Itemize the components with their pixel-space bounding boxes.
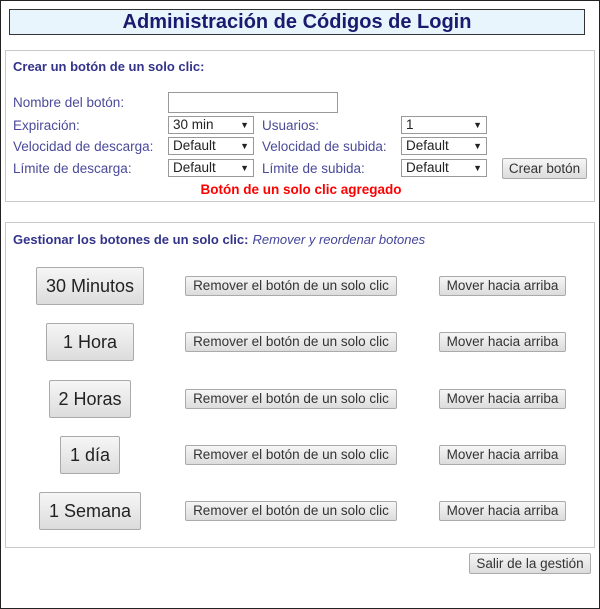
download-speed-select[interactable]: Default ▼ bbox=[168, 137, 254, 155]
one-click-button[interactable]: 2 Horas bbox=[49, 380, 131, 418]
dropdown-arrow-icon: ▼ bbox=[473, 141, 482, 151]
download-limit-select[interactable]: Default ▼ bbox=[168, 159, 254, 177]
manage-heading: Gestionar los botones de un solo clic: Re… bbox=[13, 232, 425, 247]
upload-speed-select[interactable]: Default ▼ bbox=[401, 137, 487, 155]
page: Administración de Códigos de Login Crear… bbox=[0, 0, 600, 609]
remove-button[interactable]: Remover el botón de un solo clic bbox=[185, 389, 397, 409]
expiration-select[interactable]: 30 min ▼ bbox=[168, 116, 254, 134]
one-click-button[interactable]: 1 Hora bbox=[46, 323, 134, 361]
remove-button[interactable]: Remover el botón de un solo clic bbox=[185, 501, 397, 521]
expiration-label: Expiración: bbox=[13, 118, 80, 133]
exit-management-button[interactable]: Salir de la gestión bbox=[469, 553, 591, 574]
one-click-button[interactable]: 1 día bbox=[60, 436, 120, 474]
upload-speed-label: Velocidad de subida: bbox=[262, 139, 387, 154]
move-up-button[interactable]: Mover hacia arriba bbox=[439, 389, 566, 409]
dropdown-arrow-icon: ▼ bbox=[473, 163, 482, 173]
status-message: Botón de un solo clic agregado bbox=[200, 182, 402, 197]
name-label: Nombre del botón: bbox=[13, 95, 125, 110]
move-up-button[interactable]: Mover hacia arriba bbox=[439, 445, 566, 465]
one-click-button[interactable]: 1 Semana bbox=[39, 492, 141, 530]
upload-limit-value: Default bbox=[406, 160, 449, 175]
upload-limit-label: Límite de subida: bbox=[262, 161, 365, 176]
move-up-button[interactable]: Mover hacia arriba bbox=[439, 501, 566, 521]
remove-button[interactable]: Remover el botón de un solo clic bbox=[185, 276, 397, 296]
expiration-value: 30 min bbox=[173, 117, 214, 132]
create-section: Crear un botón de un solo clic: Nombre d… bbox=[5, 50, 595, 202]
download-limit-label: Límite de descarga: bbox=[13, 161, 132, 176]
upload-limit-select[interactable]: Default ▼ bbox=[401, 159, 487, 177]
download-speed-value: Default bbox=[173, 138, 216, 153]
upload-speed-value: Default bbox=[406, 138, 449, 153]
manage-subheading: Remover y reordenar botones bbox=[252, 232, 426, 247]
one-click-button[interactable]: 30 Minutos bbox=[36, 267, 144, 305]
users-select[interactable]: 1 ▼ bbox=[401, 116, 487, 134]
create-button[interactable]: Crear botón bbox=[502, 158, 587, 179]
move-up-button[interactable]: Mover hacia arriba bbox=[439, 332, 566, 352]
manage-section: Gestionar los botones de un solo clic: Re… bbox=[5, 222, 595, 548]
remove-button[interactable]: Remover el botón de un solo clic bbox=[185, 445, 397, 465]
dropdown-arrow-icon: ▼ bbox=[240, 120, 249, 130]
download-speed-label: Velocidad de descarga: bbox=[13, 139, 154, 154]
button-name-input[interactable] bbox=[168, 92, 338, 113]
users-value: 1 bbox=[406, 117, 414, 132]
download-limit-value: Default bbox=[173, 160, 216, 175]
move-up-button[interactable]: Mover hacia arriba bbox=[439, 276, 566, 296]
users-label: Usuarios: bbox=[262, 118, 320, 133]
dropdown-arrow-icon: ▼ bbox=[473, 120, 482, 130]
dropdown-arrow-icon: ▼ bbox=[240, 163, 249, 173]
page-title: Administración de Códigos de Login bbox=[9, 9, 585, 35]
manage-heading-text: Gestionar los botones de un solo clic: bbox=[13, 232, 249, 247]
remove-button[interactable]: Remover el botón de un solo clic bbox=[185, 332, 397, 352]
dropdown-arrow-icon: ▼ bbox=[240, 141, 249, 151]
create-heading: Crear un botón de un solo clic: bbox=[13, 59, 205, 74]
